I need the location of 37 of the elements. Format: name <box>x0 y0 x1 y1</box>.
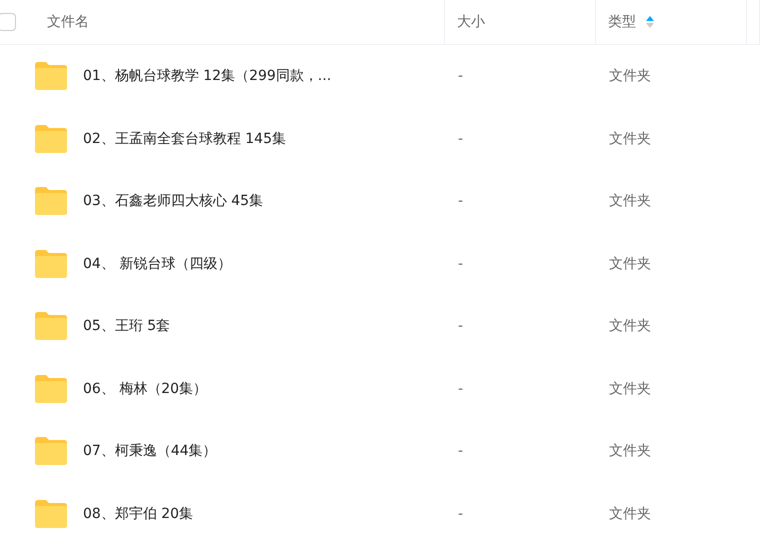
file-size: - <box>458 506 464 522</box>
select-all-checkbox[interactable] <box>0 13 16 31</box>
folder-icon <box>35 250 67 278</box>
file-type: 文件夹 <box>609 130 651 147</box>
column-header[interactable]: 大小 <box>457 13 485 31</box>
folder-icon <box>35 312 67 340</box>
file-name[interactable]: 02、王孟南全套台球教程 145集 <box>83 130 286 148</box>
folder-icon <box>35 437 67 466</box>
file-size: - <box>458 256 464 272</box>
file-type: 文件夹 <box>609 68 651 84</box>
file-type: 文件夹 <box>609 380 651 397</box>
file-name[interactable]: 07、柯秉逸（44集） <box>83 442 217 460</box>
file-size: - <box>458 318 464 334</box>
folder-icon <box>35 124 67 153</box>
column-header[interactable]: 文件名 <box>47 13 89 31</box>
file-type: 文件夹 <box>609 318 651 334</box>
file-name[interactable]: 08、郑宇伯 20集 <box>83 504 194 523</box>
file-size: - <box>458 380 464 397</box>
file-size: - <box>458 443 464 460</box>
file-name[interactable]: 03、石鑫老师四大核心 45集 <box>83 192 264 210</box>
folder-icon <box>35 500 67 528</box>
sort-icon[interactable] <box>646 15 654 29</box>
file-name[interactable]: 06、 梅林（20集） <box>83 380 208 398</box>
folder-icon <box>35 374 67 403</box>
file-size: - <box>458 68 464 84</box>
file-type: 文件夹 <box>609 506 651 522</box>
folder-icon <box>35 62 67 90</box>
file-size: - <box>458 130 464 147</box>
file-name[interactable]: 01、杨帆台球教学 12集（299同款，... <box>83 67 332 86</box>
file-name[interactable]: 04、 新锐台球（四级） <box>83 254 232 273</box>
file-size: - <box>458 193 464 210</box>
file-name[interactable]: 05、王珩 5套 <box>83 317 170 336</box>
folder-icon <box>35 187 67 216</box>
column-header[interactable]: 类型 <box>608 13 636 31</box>
file-type: 文件夹 <box>609 256 651 272</box>
file-type: 文件夹 <box>609 443 651 460</box>
file-type: 文件夹 <box>609 193 651 210</box>
